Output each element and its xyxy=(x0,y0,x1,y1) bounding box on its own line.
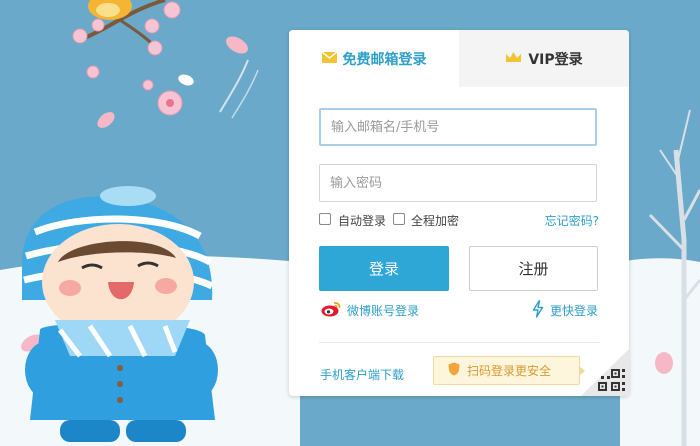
forgot-password-link[interactable]: 忘记密码? xyxy=(545,212,599,229)
login-button[interactable]: 登录 xyxy=(319,246,449,291)
email-input[interactable] xyxy=(319,108,597,146)
auto-login-checkbox[interactable] xyxy=(319,213,331,225)
weibo-login-label: 微博账号登录 xyxy=(347,303,420,318)
crown-icon xyxy=(505,51,528,67)
register-button[interactable]: 注册 xyxy=(469,246,598,291)
tab-vip-login[interactable]: VIP登录 xyxy=(459,30,629,87)
panel-divider xyxy=(319,342,599,343)
login-options: 自动登录 全程加密 忘记密码? xyxy=(319,211,599,231)
faster-login-link[interactable]: 更快登录 xyxy=(532,299,598,321)
auto-login-label: 自动登录 xyxy=(338,214,387,228)
tab-free-mail-label: 免费邮箱登录 xyxy=(342,51,427,68)
mobile-app-download-link[interactable]: 手机客户端下载 xyxy=(320,366,404,383)
weibo-login-link[interactable]: 微博账号登录 xyxy=(321,300,419,320)
envelope-icon xyxy=(321,50,343,67)
qr-code-icon[interactable] xyxy=(581,349,629,396)
password-input[interactable] xyxy=(319,164,597,202)
tab-vip-label: VIP登录 xyxy=(528,51,583,68)
lightning-icon xyxy=(532,299,550,321)
tab-free-mail-login[interactable]: 免费邮箱登录 xyxy=(289,30,459,87)
login-tabs: 免费邮箱登录 VIP登录 xyxy=(289,30,629,87)
qr-login-tip-label: 扫码登录更安全 xyxy=(467,364,552,378)
full-encrypt-label: 全程加密 xyxy=(411,214,460,228)
blossom-illustration xyxy=(86,65,183,116)
qr-login-tip[interactable]: 扫码登录更安全 xyxy=(433,356,585,385)
full-encrypt-checkbox[interactable] xyxy=(393,213,405,225)
faster-login-label: 更快登录 xyxy=(549,303,598,318)
login-panel: 免费邮箱登录 VIP登录 自动登录 全程加密 忘记密码? 登录 注册 xyxy=(289,30,629,396)
shield-icon xyxy=(434,362,467,379)
weibo-icon xyxy=(321,301,347,320)
